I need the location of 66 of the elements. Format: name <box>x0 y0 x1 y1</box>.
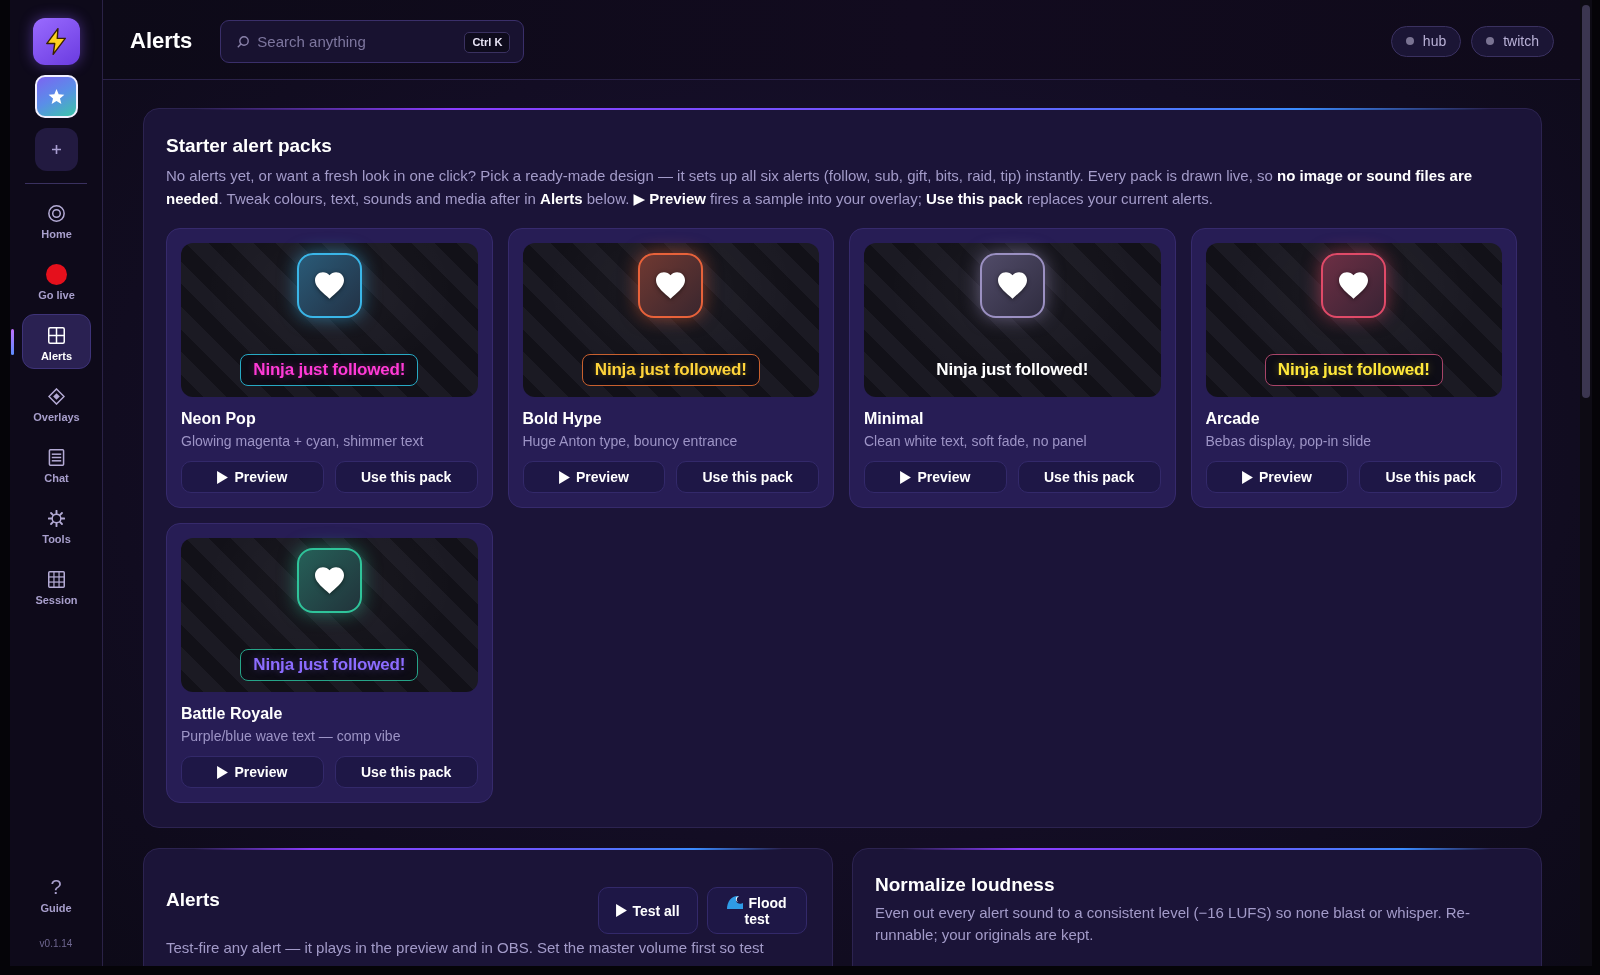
preview-button[interactable]: Preview <box>181 461 324 493</box>
play-icon <box>900 470 912 484</box>
play-icon <box>558 470 570 484</box>
alert-banner: Ninja just followed! <box>240 649 419 681</box>
section-description: No alerts yet, or want a fresh look in one click? Pick a ready-made design — it sets up all six alerts (follow, sub, gift, bits, raid, tip) instantly. Every pack is drawn live, so no image or sound files are needed. Tweak colours, text, sounds and media after in Alerts below. ▶ Preview fires a sample into your overlay; Use this pack replaces your current alerts. <box>166 166 1474 209</box>
grid-icon <box>48 571 65 588</box>
connection-pill[interactable]: hub <box>1390 25 1462 57</box>
nav-item[interactable]: Overlays <box>22 375 91 430</box>
flood-test-button[interactable]: Flood test <box>707 887 807 934</box>
version-label: v0.1.14 <box>39 937 73 951</box>
add-button[interactable] <box>34 128 78 171</box>
pack-description: Huge Anton type, bouncy entrance <box>522 432 739 451</box>
nav-item[interactable]: Tools <box>22 497 91 552</box>
pack-name: Arcade <box>1205 409 1261 429</box>
shortcut-key: Ctrl K <box>464 31 511 53</box>
preview-button[interactable]: Preview <box>522 461 666 493</box>
connection-pill[interactable]: twitch <box>1471 25 1554 57</box>
preview-button[interactable]: Preview <box>1205 461 1349 493</box>
plus-icon <box>51 145 61 154</box>
diamond-icon <box>48 388 65 405</box>
search-icon <box>237 35 250 48</box>
test-all-button[interactable]: Test all <box>598 887 698 934</box>
section-title: Starter alert packs <box>166 134 333 158</box>
pack-description: Purple/blue wave text — comp vibe <box>181 727 402 746</box>
scrollbar-thumb[interactable] <box>1582 5 1590 398</box>
use-pack-button[interactable]: Use this pack <box>334 756 478 788</box>
section-description: Test-fire any alert — it plays in the preview and in OBS. Set the master volume first so test <box>166 938 765 958</box>
pack-description: Bebas display, pop-in slide <box>1205 432 1372 451</box>
alert-banner: Ninja just followed! <box>240 354 419 386</box>
nav-item[interactable]: Chat <box>22 436 91 491</box>
use-pack-button[interactable]: Use this pack <box>1017 461 1161 493</box>
nav-item[interactable]: Go live <box>22 253 91 308</box>
pack-name: Minimal <box>864 409 925 429</box>
play-icon <box>217 765 229 779</box>
section-title: Normalize loudness <box>875 873 1056 897</box>
section-title: Alerts <box>166 888 220 912</box>
active-indicator <box>11 328 14 355</box>
pack-name: Neon Pop <box>181 409 257 429</box>
list-icon <box>48 449 65 466</box>
guide-button[interactable]: ? Guide <box>40 876 72 915</box>
alert-banner: Ninja just followed! <box>1264 354 1443 386</box>
preview-button[interactable]: Preview <box>864 461 1007 493</box>
play-icon <box>1241 470 1253 484</box>
use-pack-button[interactable]: Use this pack <box>1359 461 1502 493</box>
live-dot-icon <box>46 264 67 285</box>
lightning-icon <box>32 18 80 65</box>
use-pack-button[interactable]: Use this pack <box>334 461 478 493</box>
alert-text: Ninja just followed! <box>935 359 1090 381</box>
page-title: Alerts <box>130 27 193 55</box>
play-icon <box>217 470 229 484</box>
nav-item[interactable]: Alerts <box>22 314 91 369</box>
window-icon <box>48 327 65 344</box>
gear-icon <box>48 510 65 527</box>
pack-name: Battle Royale <box>181 704 284 724</box>
rings-icon <box>48 205 65 222</box>
preview-button[interactable]: Preview <box>181 756 324 788</box>
play-icon <box>616 903 628 917</box>
pack-description: Clean white text, soft fade, no panel <box>864 432 1088 451</box>
alert-banner: Ninja just followed! <box>581 354 760 386</box>
nav-item[interactable]: Session <box>22 558 91 613</box>
section-description: Even out every alert sound to a consistent level (−16 LUFS) so none blast or whisper. Re-runnable; your originals are kept. <box>875 903 1471 945</box>
wave-icon <box>727 894 744 909</box>
pack-name: Bold Hype <box>522 409 603 429</box>
use-pack-button[interactable]: Use this pack <box>676 461 819 493</box>
pack-description: Glowing magenta + cyan, shimmer text <box>181 432 425 451</box>
nav-item[interactable]: Home <box>22 192 91 247</box>
